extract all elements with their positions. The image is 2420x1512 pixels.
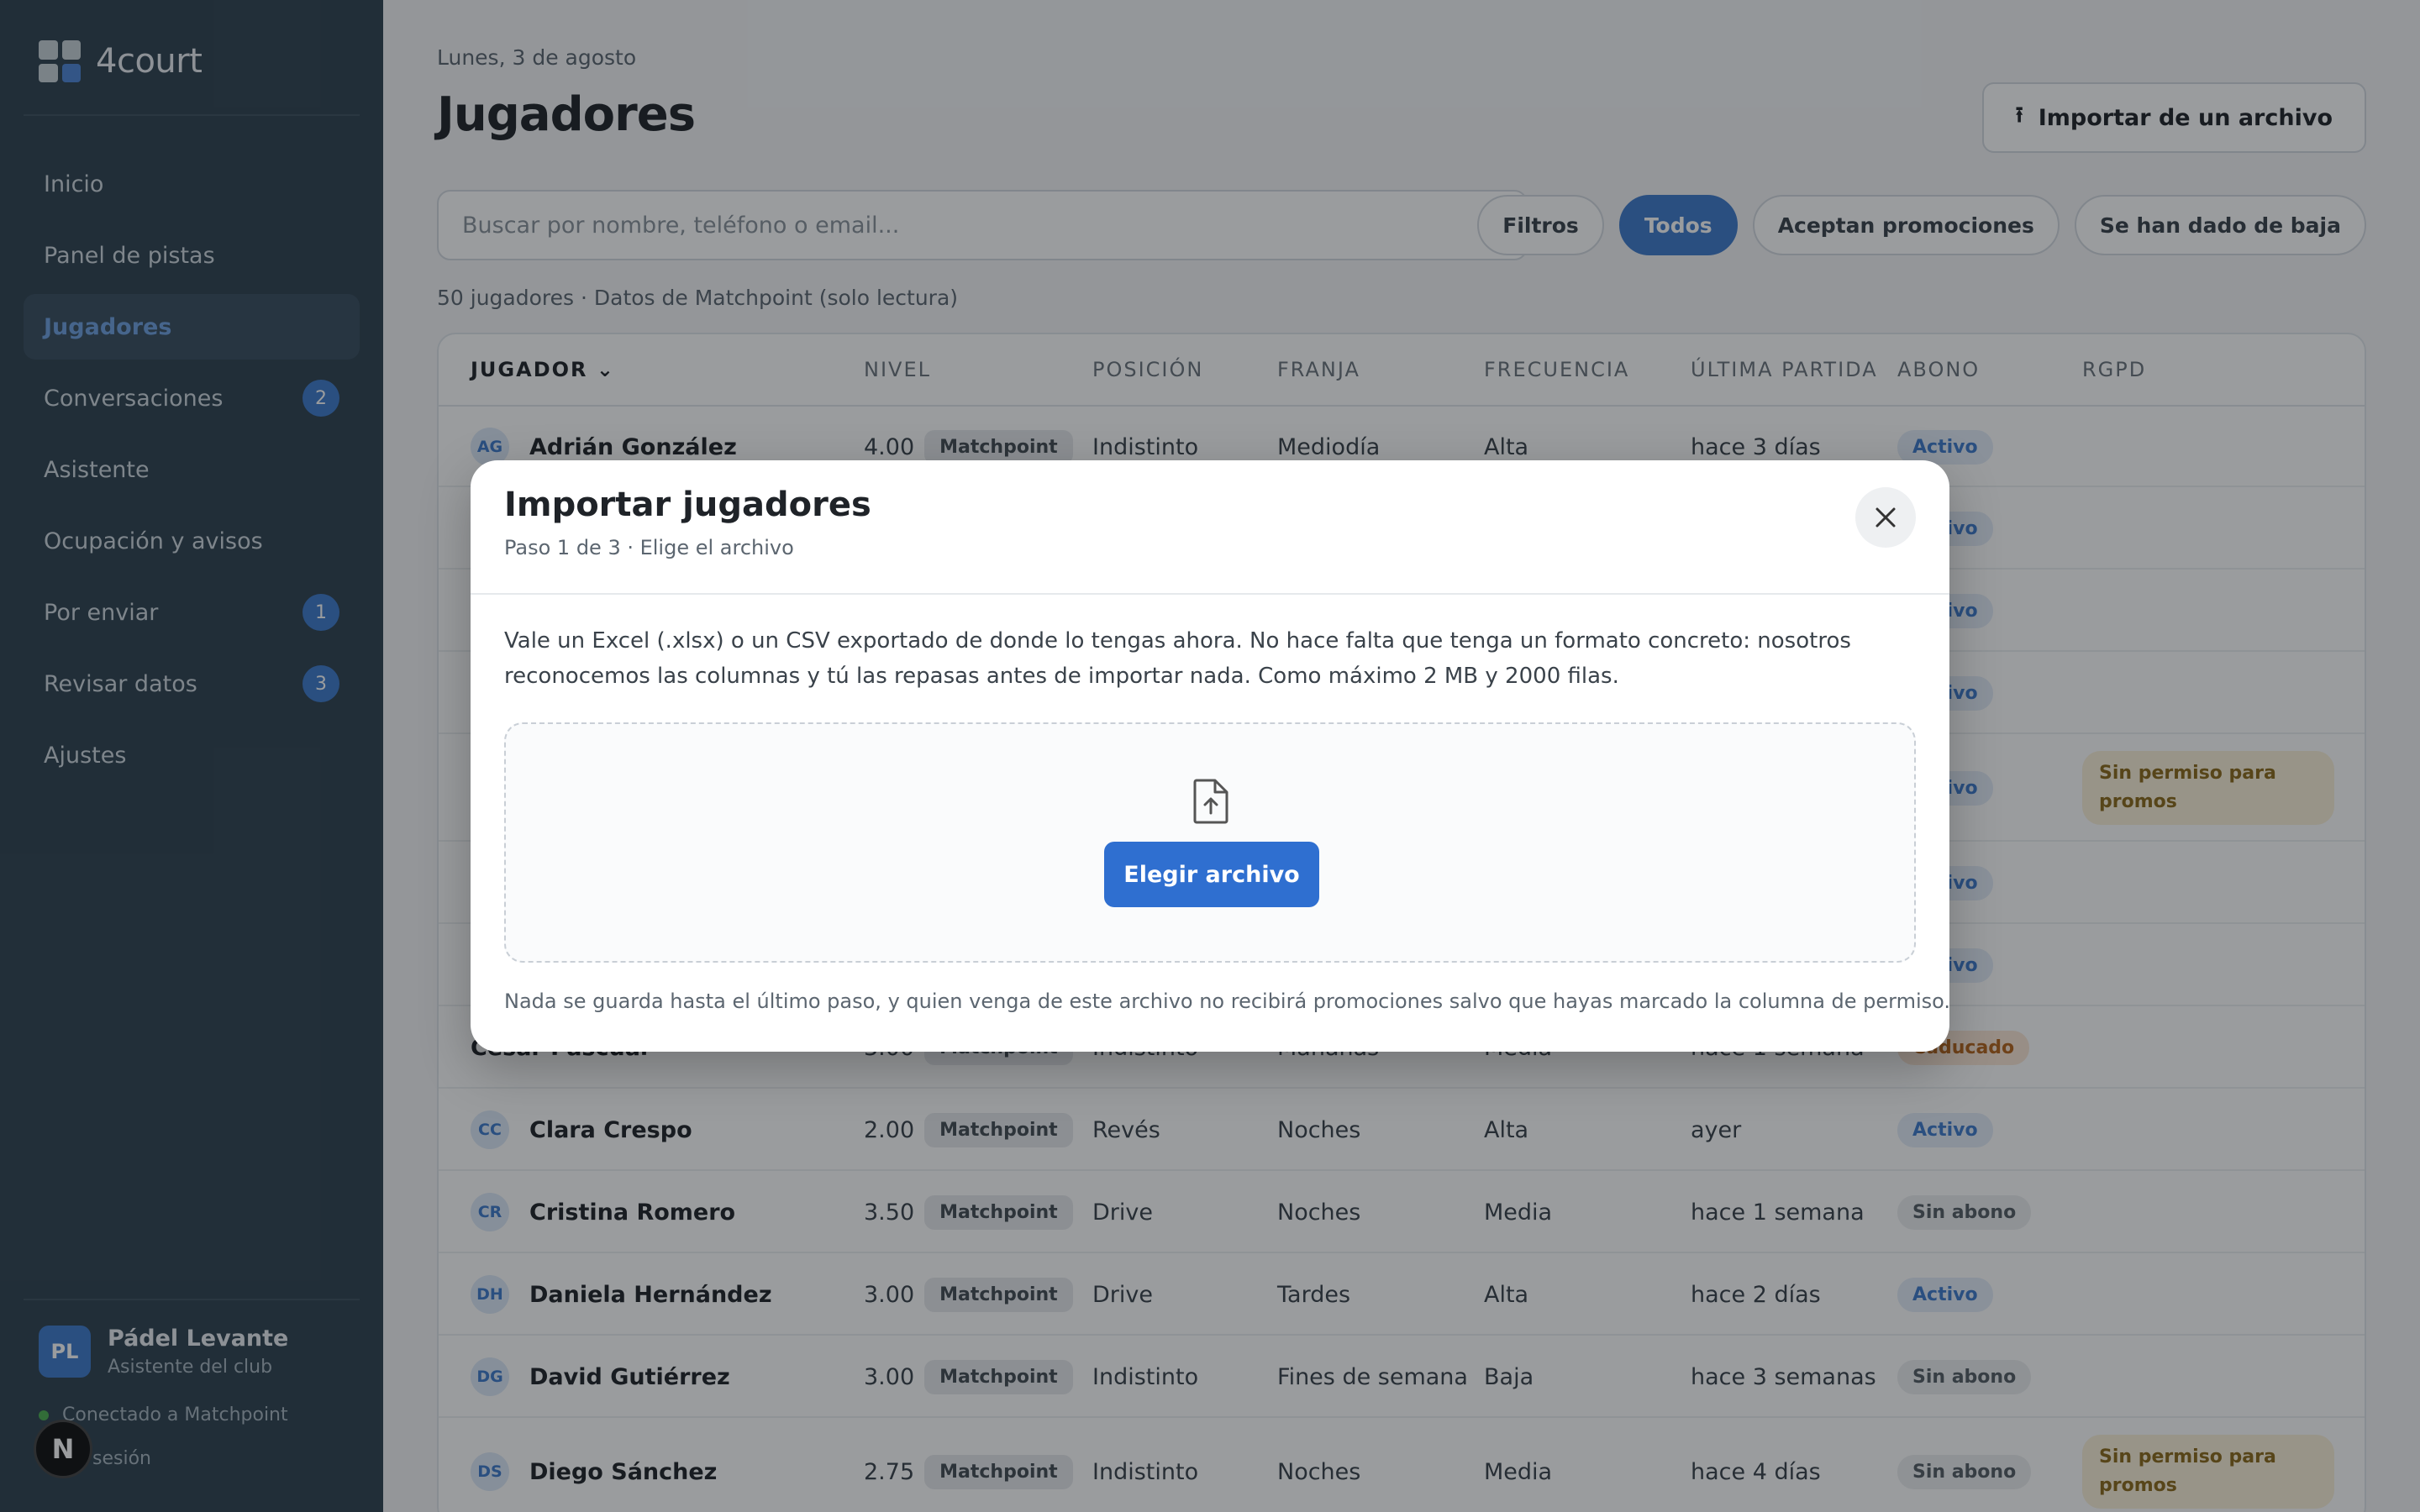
close-icon — [1876, 507, 1896, 528]
modal-subtitle: Paso 1 de 3 · Elige el archivo — [504, 536, 794, 559]
modal-divider — [471, 593, 1949, 595]
import-players-modal: Importar jugadores Paso 1 de 3 · Elige e… — [471, 460, 1949, 1052]
file-dropzone[interactable]: Elegir archivo — [504, 722, 1916, 963]
close-button[interactable] — [1855, 487, 1916, 548]
file-upload-icon — [1193, 779, 1228, 824]
modal-title: Importar jugadores — [504, 486, 871, 524]
modal-description: Vale un Excel (.xlsx) o un CSV exportado… — [504, 628, 1851, 689]
modal-note: Nada se guarda hasta el último paso, y q… — [504, 990, 1949, 1013]
choose-file-button[interactable]: Elegir archivo — [1104, 842, 1319, 907]
